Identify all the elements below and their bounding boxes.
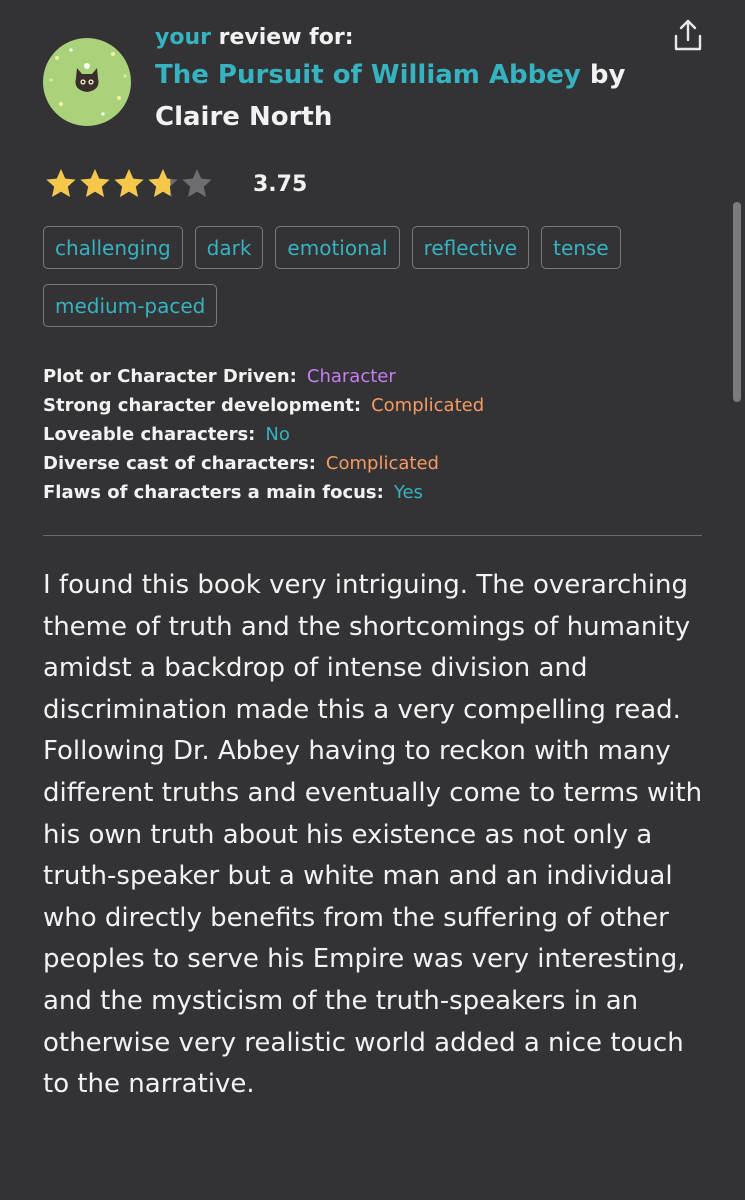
cat-avatar-icon xyxy=(43,38,131,126)
mood-tag[interactable]: reflective xyxy=(411,226,530,269)
mood-tag[interactable]: emotional xyxy=(275,226,400,269)
scrollbar[interactable] xyxy=(733,202,741,402)
book-line: The Pursuit of William Abbey by Claire No… xyxy=(155,54,655,138)
review-page: your review for: The Pursuit of William … xyxy=(0,0,745,1200)
author-name[interactable]: Claire North xyxy=(155,102,332,132)
property-label: Plot or Character Driven: xyxy=(43,366,297,387)
property-value: Character xyxy=(306,366,396,387)
property-label: Diverse cast of characters: xyxy=(43,453,316,474)
mood-tag[interactable]: challenging xyxy=(43,226,183,269)
property-label: Loveable characters: xyxy=(43,424,256,445)
property-value: Yes xyxy=(393,482,423,503)
mood-tag[interactable]: medium-paced xyxy=(43,284,218,327)
property-value: Complicated xyxy=(371,395,485,416)
share-button[interactable] xyxy=(672,18,704,52)
by-label: by xyxy=(580,60,626,90)
star-icon xyxy=(148,169,178,197)
property-label: Flaws of characters a main focus: xyxy=(43,482,384,503)
review-for-line: your review for: xyxy=(155,22,655,54)
review-for-label: review for: xyxy=(210,25,354,50)
book-title-link[interactable]: The Pursuit of William Abbey xyxy=(155,60,581,90)
review-text: I found this book very intriguing. The o… xyxy=(43,570,703,1100)
property-row: Flaws of characters a main focus: Yes xyxy=(43,478,484,507)
property-row: Plot or Character Driven: Character xyxy=(43,362,484,391)
star-icon xyxy=(182,169,212,197)
divider xyxy=(43,535,702,536)
property-row: Loveable characters: No xyxy=(43,420,484,449)
property-value: Complicated xyxy=(325,453,439,474)
property-row: Strong character development: Complicated xyxy=(43,391,484,420)
property-label: Strong character development: xyxy=(43,395,362,416)
share-icon xyxy=(674,19,702,51)
rating-value: 3.75 xyxy=(253,171,308,197)
review-properties: Plot or Character Driven: Character Strong… xyxy=(43,362,484,507)
mood-tag[interactable]: tense xyxy=(541,226,621,269)
mood-tags: challenging dark emotional reflective tense m… xyxy=(43,226,703,327)
star-icon xyxy=(80,169,110,197)
property-value: No xyxy=(265,424,290,445)
mood-tag[interactable]: dark xyxy=(194,226,264,269)
your-label: your xyxy=(155,25,211,50)
star-icon xyxy=(114,169,144,197)
stars-row xyxy=(43,166,213,202)
property-row: Diverse cast of characters: Complicated xyxy=(43,449,484,478)
star-rating: 3.75 xyxy=(43,166,307,202)
review-header: your review for: The Pursuit of William … xyxy=(155,22,655,138)
user-avatar[interactable] xyxy=(43,38,131,126)
star-icon xyxy=(46,169,76,197)
